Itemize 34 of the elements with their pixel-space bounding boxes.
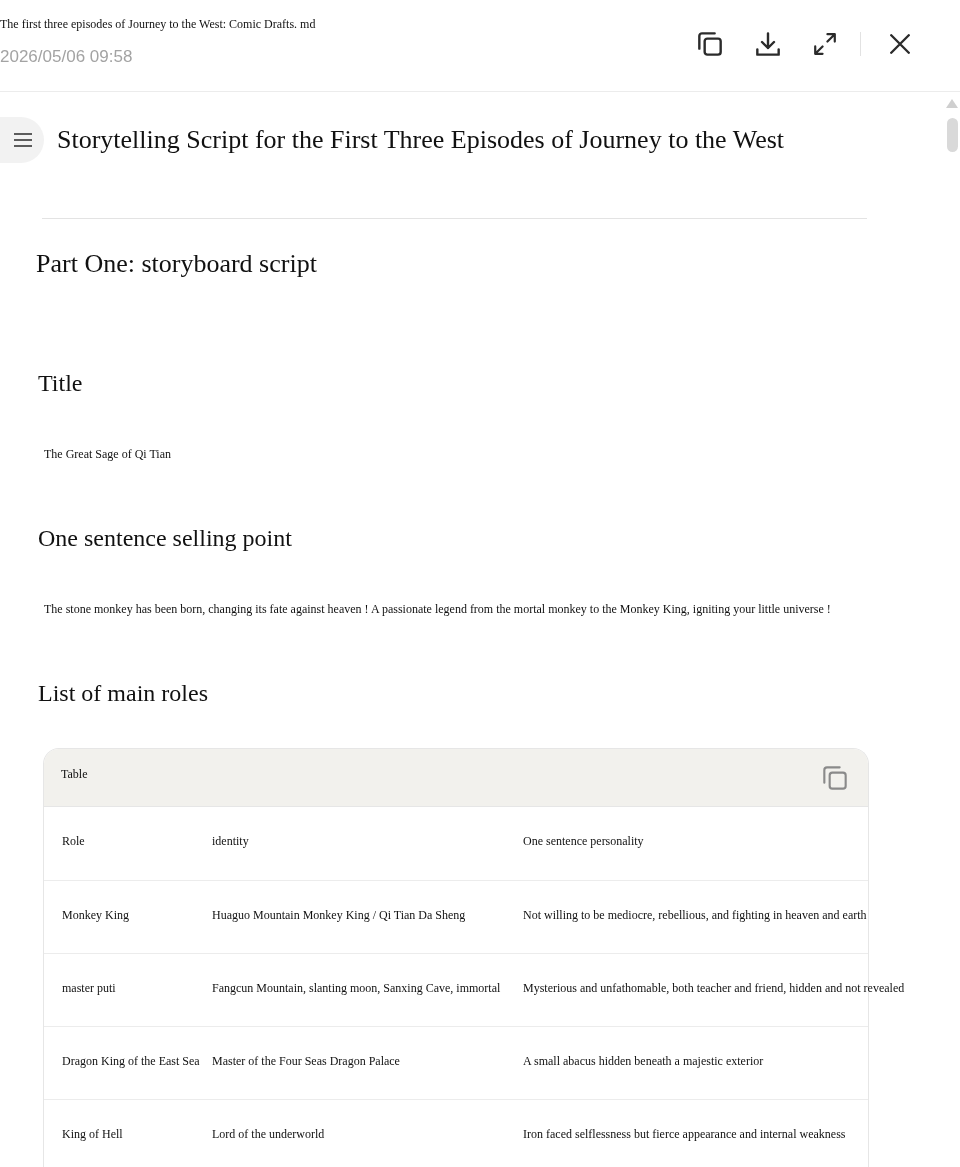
section-heading: Part One: storyboard script: [36, 248, 318, 280]
document-title: Storytelling Script for the First Three Episodes of Journey to the West: [57, 124, 784, 156]
column-header: One sentence personality: [523, 834, 644, 849]
column-header: identity: [212, 834, 249, 849]
copy-icon: [698, 32, 722, 56]
subsection-heading: List of main roles: [38, 679, 209, 708]
timestamp: 2026/05/06 09:58: [0, 46, 134, 68]
table-cell: Fangcun Mountain, slanting moon, Sanxing Cave, immortal: [212, 980, 501, 996]
menu-button[interactable]: [0, 117, 44, 163]
download-icon: [756, 32, 780, 56]
subsection-heading: One sentence selling point: [38, 524, 293, 553]
table-cell: master puti: [62, 980, 116, 996]
scrollbar-thumb[interactable]: [946, 118, 958, 152]
expand-icon: [814, 33, 836, 55]
close-icon: [890, 34, 910, 54]
paragraph: The Great Sage of Qi Tian: [44, 446, 172, 463]
copy-table-button[interactable]: [823, 765, 847, 790]
paragraph: The stone monkey has been born, changing its fate against heaven ! A passionate legend from the mortal monkey to the Monkey King, igniting your little universe !: [44, 601, 832, 618]
table-cell: Lord of the underworld: [212, 1126, 325, 1142]
file-name: The first three episodes of Journey to the West: Comic Drafts. md: [0, 17, 316, 32]
copy-icon: [823, 765, 847, 790]
table-cell: Monkey King: [62, 907, 129, 923]
table-cell: King of Hell: [62, 1126, 123, 1142]
table-label: Table: [61, 766, 88, 782]
table-cell: A small abacus hidden beneath a majestic exterior: [523, 1053, 764, 1069]
menu-icon: [14, 132, 32, 148]
table-cell: Mysterious and unfathomable, both teacher and friend, hidden and not revealed: [523, 980, 905, 996]
table-cell: Master of the Four Seas Dragon Palace: [212, 1053, 400, 1069]
table-cell: Iron faced selflessness but fierce appearance and internal weakness: [523, 1126, 846, 1142]
table-cell: Huaguo Mountain Monkey King / Qi Tian Da Sheng: [212, 907, 466, 923]
subsection-heading: Title: [38, 369, 84, 398]
table-cell: Not willing to be mediocre, rebellious, and fighting in heaven and earth: [523, 907, 867, 923]
table-cell: Dragon King of the East Sea: [62, 1053, 200, 1069]
column-header: Role: [62, 834, 85, 849]
